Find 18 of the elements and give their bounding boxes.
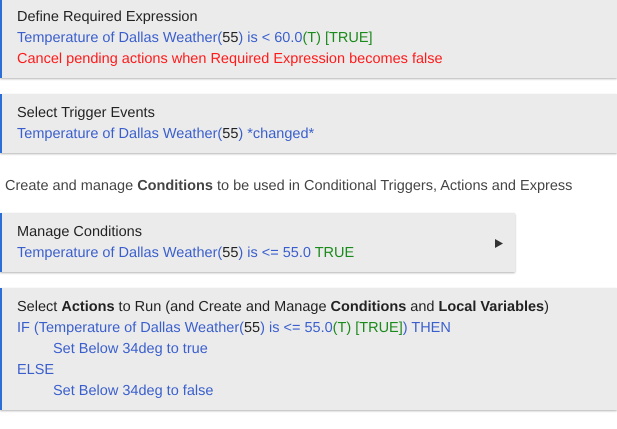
section-card[interactable]: Define Required Expression Temperature of Dallas Weather(55) is < 60.0(T) [TRUE] Cancel pending actions when Required Expression becomes false	[0, 0, 617, 78]
expression-line: Temperature of Dallas Weather(55) is < 60.0(T) [TRUE]	[17, 29, 374, 48]
expression-line: Set Below 34deg to false	[53, 382, 214, 401]
expression-line: IF (Temperature of Dallas Weather(55) is <= 55.0(T) [TRUE]) THEN	[17, 319, 452, 338]
triangle-right-icon	[495, 238, 503, 248]
section-title: Define Required Expression	[17, 8, 199, 27]
expression-line: Temperature of Dallas Weather(55) is <= 55.0 TRUE	[17, 244, 356, 263]
section-card[interactable]: Manage Conditions Temperature of Dallas Weather(55) is <= 55.0 TRUE	[0, 213, 515, 272]
expression-line: Cancel pending actions when Required Expression becomes false	[17, 50, 444, 69]
section-title: Select Actions to Run (and Create and Manage Conditions and Local Variables)	[17, 298, 550, 317]
section-card[interactable]: Select Trigger Events Temperature of Dallas Weather(55) *changed*	[0, 94, 617, 153]
section-title: Select Trigger Events	[17, 104, 156, 123]
conditions-description: Create and manage Conditions to be used in Conditional Triggers, Actions and Express	[4, 177, 574, 196]
expression-line: Temperature of Dallas Weather(55) *changed*	[17, 125, 316, 144]
expression-line: ELSE	[17, 361, 56, 380]
section-title: Manage Conditions	[17, 223, 143, 242]
section-card[interactable]: Select Actions to Run (and Create and Manage Conditions and Local Variables) IF (Temperature of Dallas Weather(55) is <= 55.0(T) [TRUE]) THEN Set Below 34deg to true ELSE Set Below 34deg to false	[0, 288, 617, 410]
expression-line: Set Below 34deg to true	[53, 340, 209, 359]
